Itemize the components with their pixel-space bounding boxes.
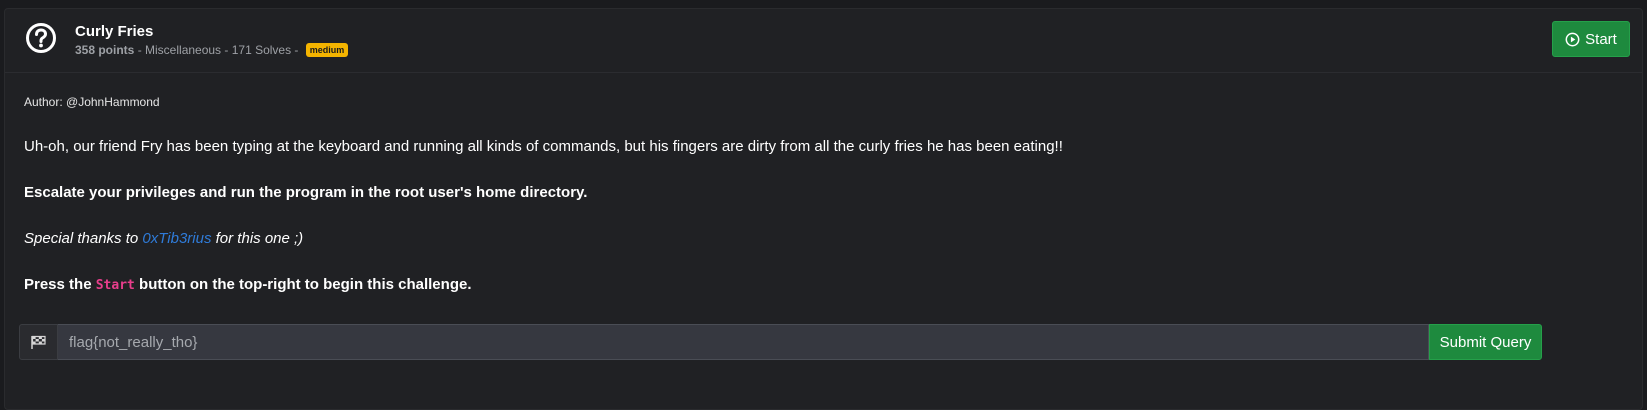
press-prefix: Press the	[24, 276, 96, 293]
challenge-points: 358 points	[75, 43, 135, 57]
thanks-prefix: Special thanks to	[24, 230, 143, 247]
challenge-description: Author: @JohnHammond Uh-oh, our friend F…	[24, 95, 1622, 293]
author-line: Author: @JohnHammond	[24, 95, 160, 109]
start-button-label: Start	[1585, 30, 1617, 48]
flag-icon-box	[19, 324, 58, 360]
thanks-link[interactable]: 0xTib3rius	[142, 230, 211, 247]
challenge-meta: 358 points - Miscellaneous - 171 Solves …	[75, 43, 349, 58]
start-button[interactable]: Start	[1552, 21, 1630, 57]
task-paragraph: Escalate your privileges and run the pro…	[24, 184, 588, 201]
instructions-paragraph: Press the Start button on the top-right …	[24, 276, 472, 293]
start-code: Start	[95, 278, 135, 293]
flag-input[interactable]	[58, 324, 1429, 360]
question-circle-icon	[26, 23, 56, 53]
intro-paragraph: Uh-oh, our friend Fry has been typing at…	[24, 138, 1063, 155]
submit-query-button[interactable]: Submit Query	[1429, 324, 1542, 360]
thanks-paragraph: Special thanks to 0xTib3rius for this on…	[24, 230, 303, 247]
challenge-meta-text: - Miscellaneous - 171 Solves -	[134, 43, 302, 57]
thanks-suffix: for this one ;)	[211, 230, 304, 247]
play-circle-icon	[1565, 32, 1580, 46]
press-suffix: button on the top-right to begin this ch…	[134, 276, 472, 293]
flag-submit-form: Submit Query	[19, 324, 1542, 360]
challenge-header: Curly Fries 358 points - Miscellaneous -…	[5, 9, 1642, 73]
challenge-title: Curly Fries	[75, 23, 154, 40]
difficulty-badge: medium	[305, 43, 349, 57]
checkered-flag-icon	[31, 335, 46, 349]
